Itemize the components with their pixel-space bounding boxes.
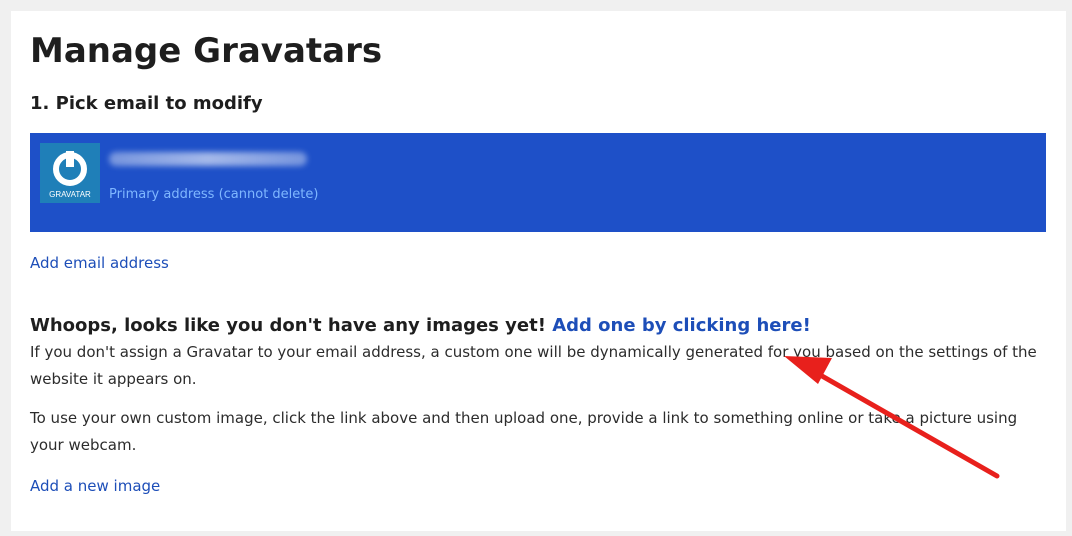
add-image-link[interactable]: Add a new image <box>30 477 160 495</box>
no-images-heading-text: Whoops, looks like you don't have any im… <box>30 315 546 336</box>
step-heading: 1. Pick email to modify <box>30 93 263 114</box>
add-one-link[interactable]: Add one by clicking here! <box>552 315 811 336</box>
email-address-redacted <box>109 152 307 166</box>
page-title: Manage Gravatars <box>30 31 383 71</box>
avatar: GRAVATAR <box>40 143 100 203</box>
avatar-label: GRAVATAR <box>49 190 91 199</box>
add-email-link[interactable]: Add email address <box>30 254 169 272</box>
manage-gravatars-panel: Manage Gravatars 1. Pick email to modify… <box>11 11 1066 531</box>
email-card-primary[interactable]: GRAVATAR Primary address (cannot delete) <box>30 133 1046 232</box>
email-subtext: Primary address (cannot delete) <box>109 187 319 202</box>
no-images-heading: Whoops, looks like you don't have any im… <box>30 315 811 336</box>
info-paragraph-1: If you don't assign a Gravatar to your e… <box>30 343 1037 388</box>
info-paragraph-2: To use your own custom image, click the … <box>30 409 1018 454</box>
